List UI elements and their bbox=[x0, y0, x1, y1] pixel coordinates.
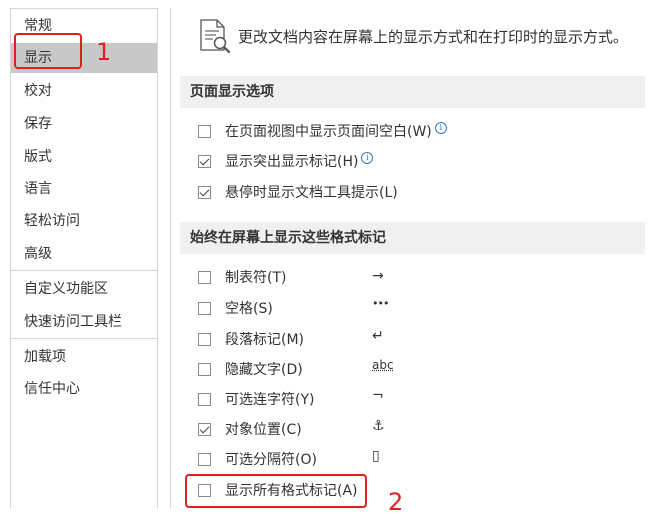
checkmark-icon bbox=[200, 424, 210, 434]
option-label: 可选连字符(Y) bbox=[225, 390, 314, 410]
section-header-page-display: 页面显示选项 bbox=[180, 76, 645, 108]
checkbox-hidden-text[interactable] bbox=[198, 363, 211, 376]
info-icon[interactable]: i bbox=[361, 152, 373, 164]
highlight-box-show-all-marks bbox=[185, 474, 367, 508]
word-options-display-page: 常规 显示 校对 保存 版式 语言 轻松访问 高级 自定义功能区 快速访问工具栏… bbox=[0, 0, 650, 506]
checkbox-show-highlighter[interactable] bbox=[198, 155, 211, 168]
checkbox-optional-breaks[interactable] bbox=[198, 453, 211, 466]
option-label: 制表符(T) bbox=[225, 268, 286, 288]
sidebar-divider bbox=[11, 270, 157, 271]
paragraph-mark-icon: ↵ bbox=[372, 328, 384, 344]
checkbox-optional-hyphens[interactable] bbox=[198, 393, 211, 406]
sidebar-item-label: 语言 bbox=[24, 181, 52, 197]
sidebar-item-label: 版式 bbox=[24, 149, 52, 165]
sidebar-item-label: 快速访问工具栏 bbox=[24, 314, 122, 330]
checkbox-object-anchors[interactable] bbox=[198, 423, 211, 436]
checkbox-tab-characters[interactable] bbox=[198, 271, 211, 284]
checkbox-spaces[interactable] bbox=[198, 302, 211, 315]
highlight-box-display bbox=[14, 33, 82, 69]
sidebar-item-label: 常规 bbox=[24, 18, 52, 34]
sidebar-item-add-ins[interactable]: 加载项 bbox=[11, 342, 157, 372]
sidebar-item-label: 高级 bbox=[24, 246, 52, 262]
sidebar-item-label: 轻松访问 bbox=[24, 213, 80, 229]
info-icon[interactable]: i bbox=[435, 122, 447, 134]
sidebar-divider bbox=[11, 338, 157, 339]
option-label: 可选分隔符(O) bbox=[225, 450, 317, 470]
document-display-icon bbox=[198, 18, 232, 54]
optional-break-icon: ▯ bbox=[372, 448, 380, 464]
option-label: 对象位置(C) bbox=[225, 420, 302, 440]
option-label: 空格(S) bbox=[225, 299, 273, 319]
checkmark-icon bbox=[200, 187, 210, 197]
option-label: 在页面视图中显示页面间空白(W) bbox=[225, 124, 432, 140]
sidebar-item-label: 加载项 bbox=[24, 349, 66, 365]
sidebar-item-accessibility[interactable]: 轻松访问 bbox=[11, 206, 157, 236]
sidebar-item-label: 保存 bbox=[24, 116, 52, 132]
sidebar-item-quick-access-toolbar[interactable]: 快速访问工具栏 bbox=[11, 307, 157, 337]
checkbox-paragraph-marks[interactable] bbox=[198, 333, 211, 346]
sidebar-item-proofing[interactable]: 校对 bbox=[11, 76, 157, 106]
sidebar-item-save[interactable]: 保存 bbox=[11, 109, 157, 139]
sidebar-item-advanced[interactable]: 高级 bbox=[11, 239, 157, 269]
hidden-text-icon: abc bbox=[372, 358, 394, 372]
sidebar-item-customize-ribbon[interactable]: 自定义功能区 bbox=[11, 274, 157, 304]
space-dots-icon: ••• bbox=[372, 297, 388, 310]
anchor-icon: ⚓ bbox=[372, 418, 385, 434]
sidebar-item-label: 校对 bbox=[24, 83, 52, 99]
sidebar-item-label: 自定义功能区 bbox=[24, 281, 108, 297]
option-label: 隐藏文字(D) bbox=[225, 360, 303, 380]
option-label: 段落标记(M) bbox=[225, 330, 304, 350]
checkbox-show-tooltips[interactable] bbox=[198, 186, 211, 199]
sidebar-item-label: 信任中心 bbox=[24, 381, 80, 397]
section-header-format-marks: 始终在屏幕上显示这些格式标记 bbox=[180, 222, 645, 254]
option-label: 显示突出显示标记(H) bbox=[225, 154, 358, 170]
tab-arrow-icon: → bbox=[372, 268, 384, 284]
checkbox-show-whitespace[interactable] bbox=[198, 125, 211, 138]
sidebar-item-layout[interactable]: 版式 bbox=[11, 142, 157, 172]
checkmark-icon bbox=[200, 156, 210, 166]
display-description: 更改文档内容在屏幕上的显示方式和在打印时的显示方式。 bbox=[238, 26, 628, 47]
annotation-number-2: 2 bbox=[388, 490, 403, 514]
optional-hyphen-icon: ¬ bbox=[372, 388, 384, 404]
annotation-number-1: 1 bbox=[96, 40, 111, 64]
options-sidebar: 常规 显示 校对 保存 版式 语言 轻松访问 高级 自定义功能区 快速访问工具栏… bbox=[10, 8, 158, 508]
sidebar-item-trust-center[interactable]: 信任中心 bbox=[11, 374, 157, 404]
option-label: 悬停时显示文档工具提示(L) bbox=[225, 183, 398, 203]
sidebar-item-language[interactable]: 语言 bbox=[11, 174, 157, 204]
